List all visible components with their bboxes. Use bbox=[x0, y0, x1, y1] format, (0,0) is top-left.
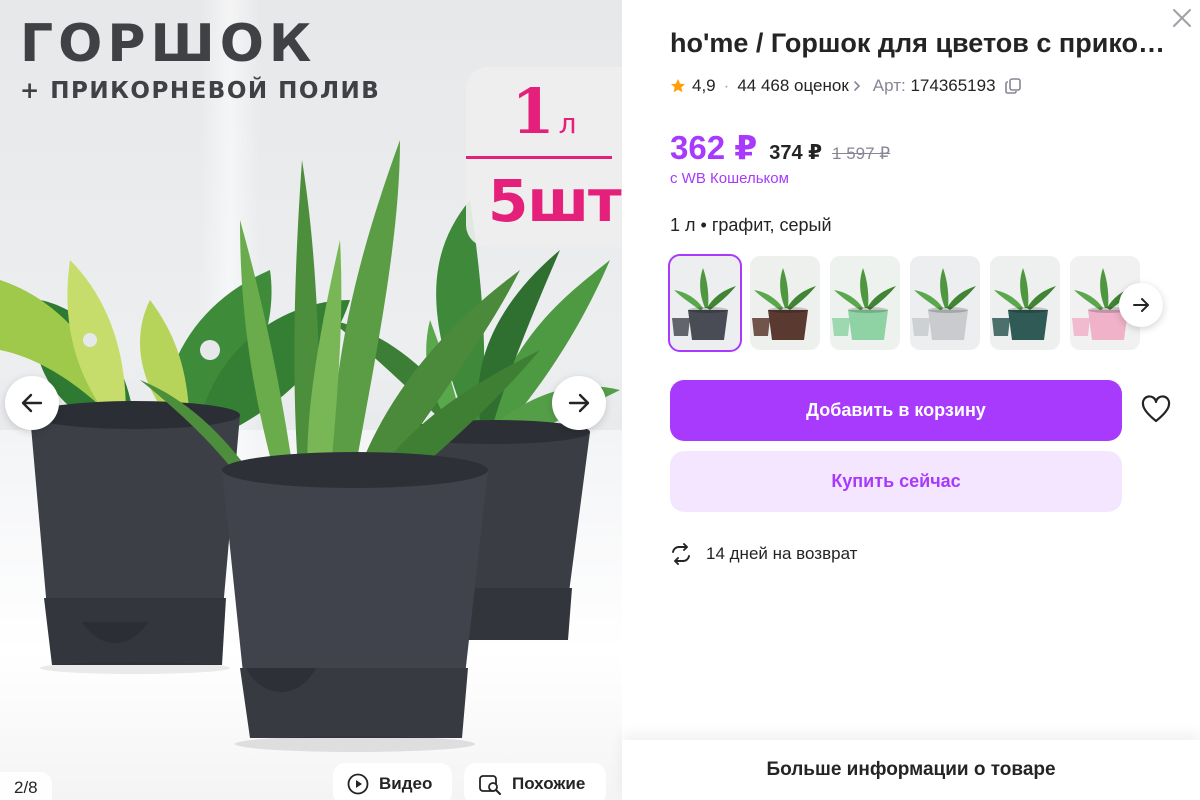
badge-volume-number: 1 bbox=[511, 75, 555, 148]
variant-thumbnail[interactable] bbox=[750, 256, 820, 350]
price-current: 362 ₽ bbox=[670, 129, 758, 166]
similar-button-label: Похожие bbox=[512, 774, 586, 793]
returns-label: 14 дней на возврат bbox=[706, 544, 858, 563]
photo-counter: 2/8 bbox=[0, 772, 52, 800]
reviews-link[interactable]: 44 468 оценок bbox=[737, 76, 860, 96]
variant-thumbnail-image bbox=[672, 268, 736, 340]
reviews-count: 44 468 оценок bbox=[737, 76, 849, 95]
product-info-panel: ho'me / Горшок для цветов с прикорневым … bbox=[622, 0, 1200, 800]
arrow-right-icon bbox=[568, 393, 590, 413]
product-quick-view: ГОРШОК + ПРИКОРНЕВОЙ ПОЛИВ 1л 5шт 2/8 Ви… bbox=[0, 0, 1200, 800]
article-number: 174365193 bbox=[910, 76, 996, 95]
arrow-right-icon bbox=[1133, 298, 1149, 312]
thumbnails-next-button[interactable] bbox=[1119, 283, 1163, 327]
promo-subtitle: + ПРИКОРНЕВОЙ ПОЛИВ bbox=[20, 78, 381, 104]
rating-value: 4,9 bbox=[692, 76, 716, 95]
price-crossed-out: 1 597 ₽ bbox=[832, 144, 891, 163]
price-row: 362 ₽ 374 ₽ 1 597 ₽ bbox=[670, 128, 890, 167]
heart-icon[interactable] bbox=[1140, 394, 1172, 426]
previous-photo-button[interactable] bbox=[5, 376, 59, 430]
variant-thumbnail[interactable] bbox=[990, 256, 1060, 350]
more-info-button[interactable]: Больше информации о товаре bbox=[622, 740, 1200, 800]
variant-thumbnail[interactable] bbox=[668, 254, 742, 352]
similar-button[interactable]: Похожие bbox=[464, 763, 606, 800]
return-arrows-icon bbox=[672, 543, 690, 565]
chevron-right-icon bbox=[853, 81, 860, 91]
promo-title: ГОРШОК bbox=[20, 14, 317, 74]
badge-volume: 1л bbox=[466, 75, 622, 148]
video-button-label: Видео bbox=[379, 774, 433, 793]
next-photo-button[interactable] bbox=[552, 376, 606, 430]
add-to-cart-button[interactable]: Добавить в корзину bbox=[670, 380, 1122, 441]
star-icon bbox=[671, 79, 685, 93]
product-gallery[interactable]: ГОРШОК + ПРИКОРНЕВОЙ ПОЛИВ 1л 5шт 2/8 Ви… bbox=[0, 0, 622, 800]
product-title: ho'me / Горшок для цветов с прикорневым … bbox=[670, 28, 1168, 58]
meta-separator: · bbox=[723, 76, 730, 95]
variant-thumbnail-image bbox=[992, 268, 1056, 340]
price-without-wallet: 374 ₽ bbox=[769, 142, 823, 164]
close-icon[interactable] bbox=[1170, 6, 1194, 30]
badge-quantity: 5шт bbox=[488, 167, 622, 235]
selected-variant: 1 л • графит, серый bbox=[670, 215, 832, 235]
variant-thumbnail[interactable] bbox=[910, 256, 980, 350]
variant-thumbnail[interactable] bbox=[830, 256, 900, 350]
arrow-left-icon bbox=[21, 393, 43, 413]
copy-icon[interactable] bbox=[1004, 77, 1022, 95]
play-icon bbox=[347, 773, 369, 795]
article-label: Арт: bbox=[872, 76, 906, 95]
badge-divider bbox=[466, 156, 612, 159]
buy-now-button[interactable]: Купить сейчас bbox=[670, 451, 1122, 512]
video-button[interactable]: Видео bbox=[333, 763, 452, 800]
variant-thumbnail-image bbox=[752, 268, 816, 340]
wallet-note[interactable]: с WB Кошельком bbox=[670, 170, 789, 187]
product-meta-row: 4,9 · 44 468 оценок Арт: 174365193 bbox=[670, 75, 1022, 97]
color-variant-thumbnails bbox=[668, 254, 1168, 352]
article-info: Арт: 174365193 bbox=[873, 76, 996, 96]
variant-thumbnail-image bbox=[912, 268, 976, 340]
volume-quantity-badge: 1л 5шт bbox=[466, 67, 622, 247]
badge-volume-unit: л bbox=[558, 107, 577, 140]
returns-info: 14 дней на возврат bbox=[670, 543, 857, 565]
image-search-icon bbox=[479, 775, 501, 795]
variant-thumbnail-image bbox=[832, 268, 896, 340]
